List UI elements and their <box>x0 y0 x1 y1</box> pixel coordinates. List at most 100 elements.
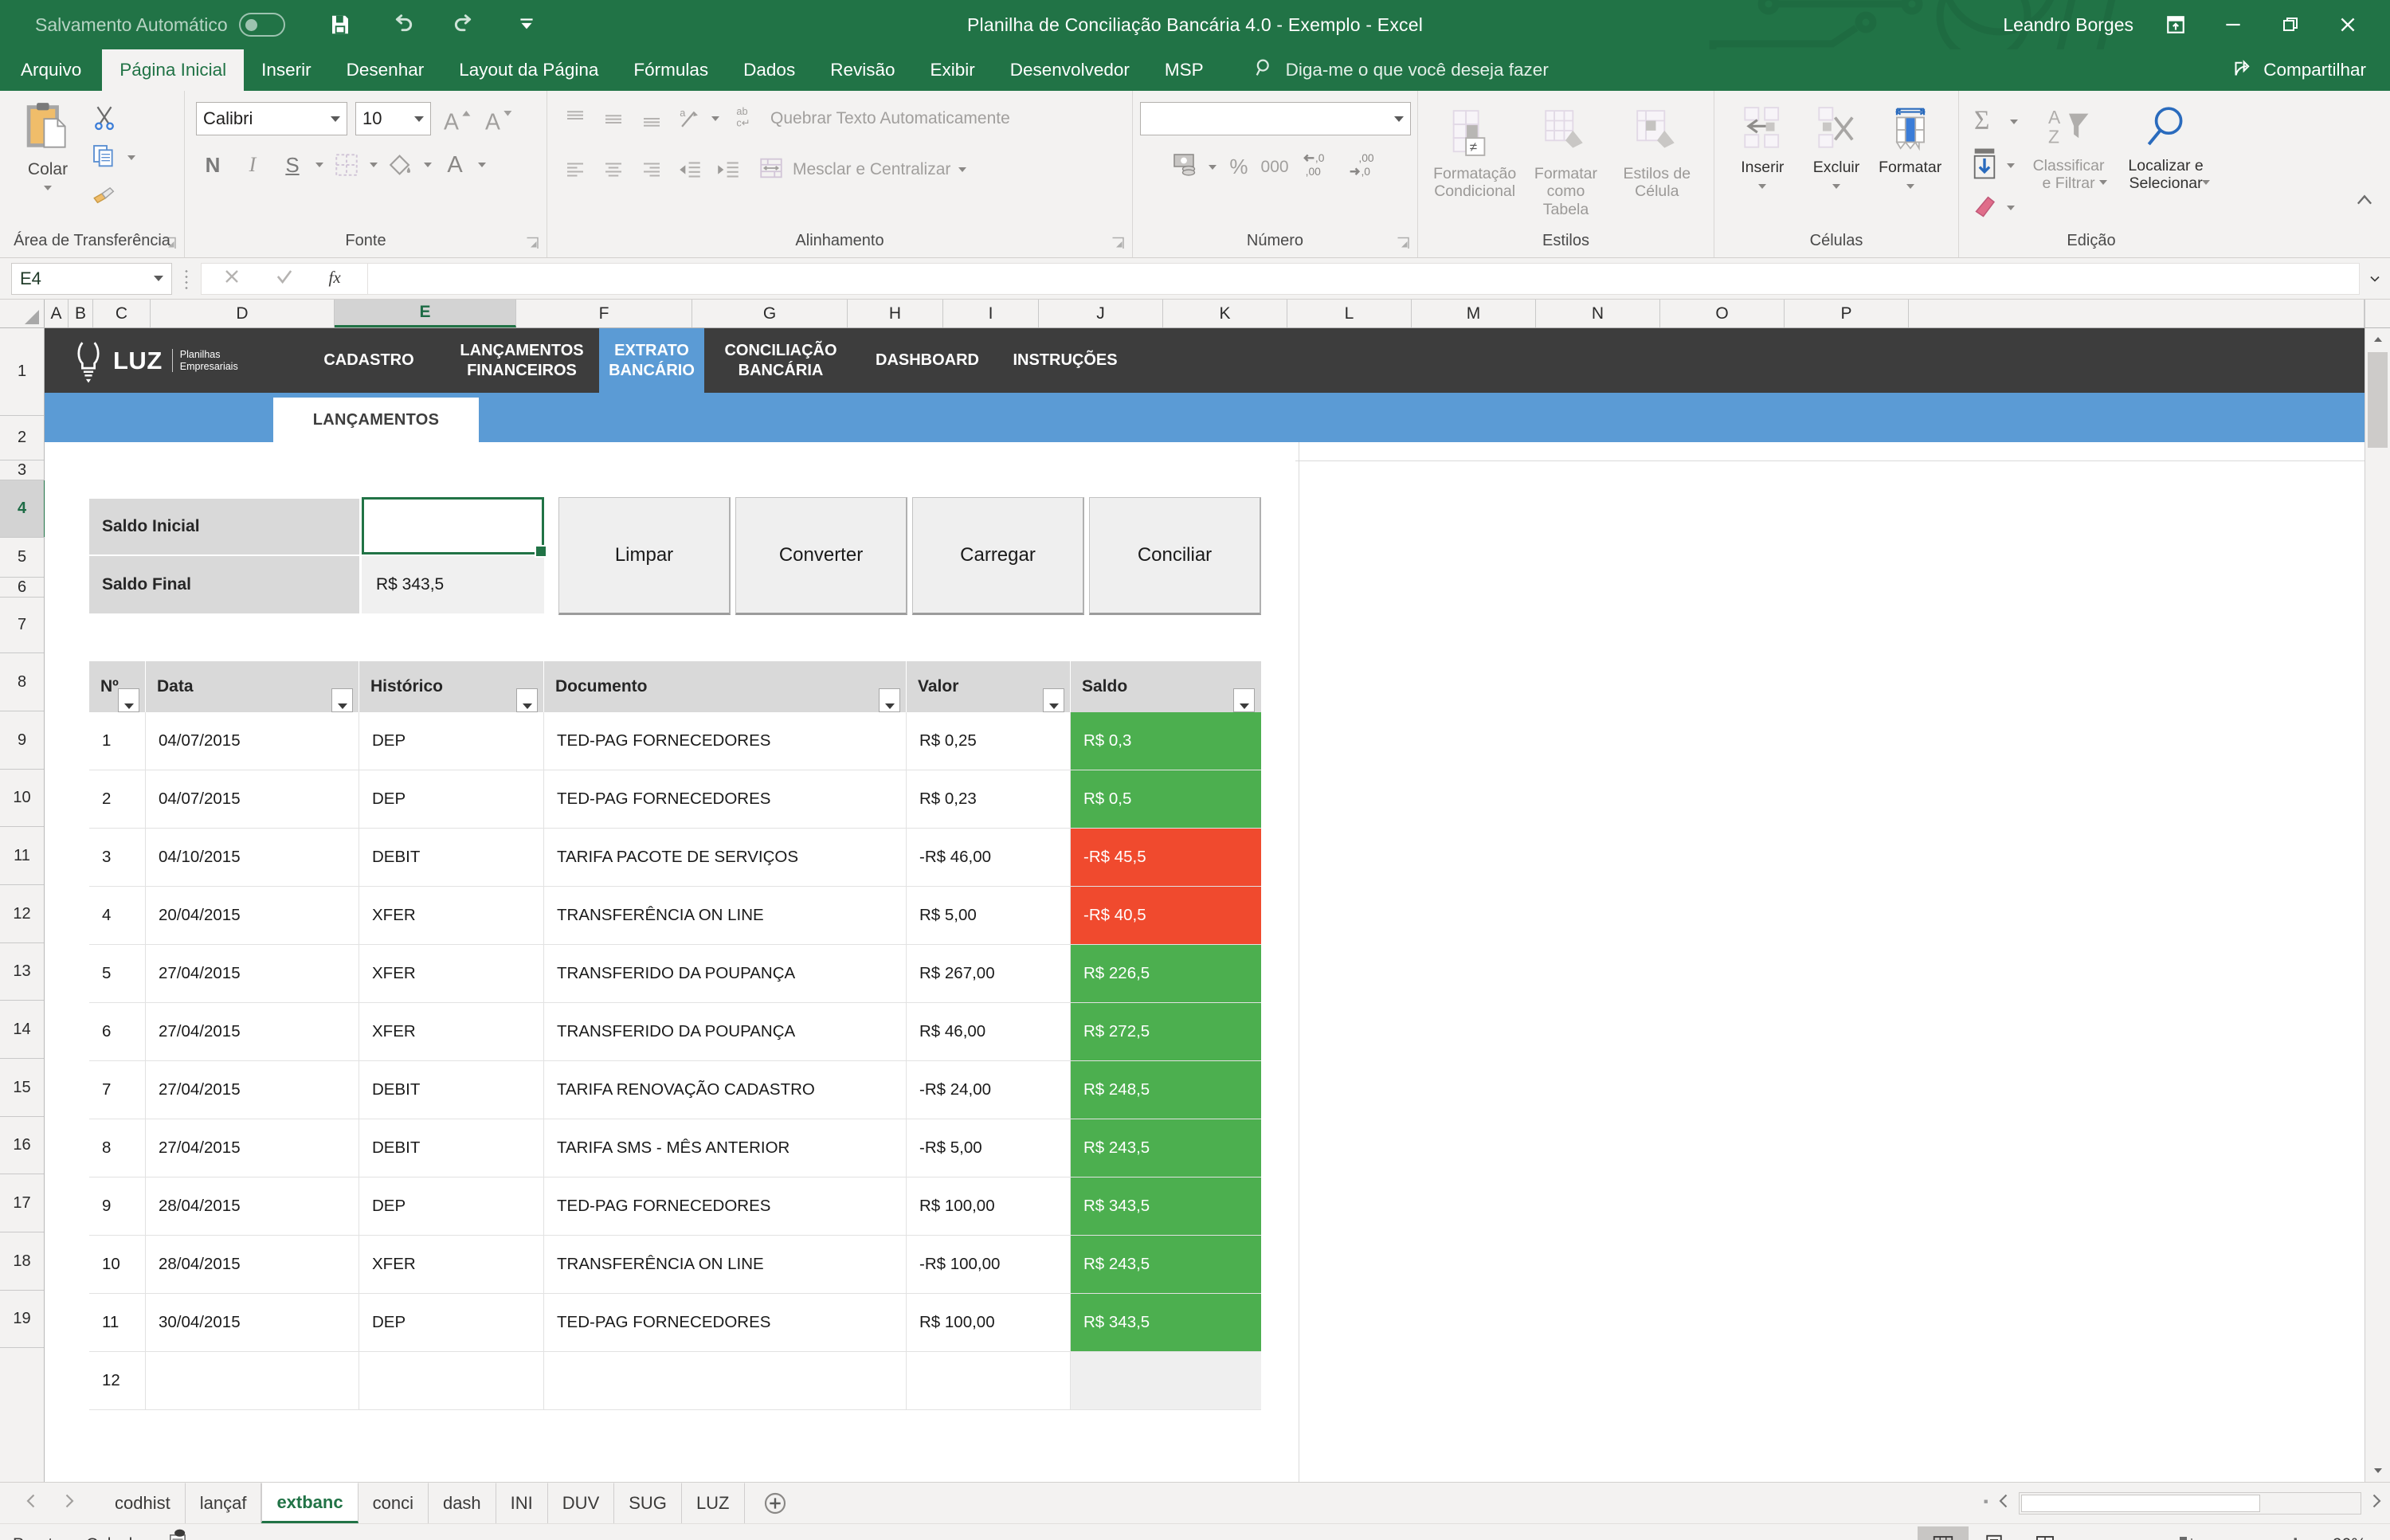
cell-documento[interactable]: TARIFA PACOTE DE SERVIÇOS <box>544 829 907 887</box>
delete-cells-button[interactable]: Excluir <box>1800 105 1874 190</box>
orientation-icon[interactable]: a <box>673 102 707 135</box>
borders-icon[interactable] <box>330 148 363 182</box>
horizontal-scrollbar[interactable] <box>2019 1491 2361 1515</box>
conditional-formatting-button[interactable]: ≠ Formatação Condicional <box>1430 105 1519 201</box>
column-header-A[interactable]: A <box>45 300 69 327</box>
filter-dropdown-numero[interactable] <box>118 688 139 712</box>
cell-historico[interactable]: DEP <box>359 1294 544 1352</box>
autosum-button[interactable]: Σ <box>1970 104 2018 139</box>
font-size-chevron-down-icon[interactable] <box>414 116 424 122</box>
cell-numero[interactable]: 11 <box>89 1294 146 1352</box>
cell-valor[interactable]: -R$ 5,00 <box>907 1119 1071 1178</box>
ribbon-tab-layout-da-pagina[interactable]: Layout da Página <box>441 49 616 91</box>
cell-historico[interactable]: DEP <box>359 712 544 770</box>
row-header-14[interactable]: 14 <box>0 1001 44 1059</box>
find-select-chevron-down-icon[interactable] <box>2201 179 2210 185</box>
align-middle-icon[interactable] <box>597 102 630 135</box>
cell-numero[interactable]: 6 <box>89 1003 146 1061</box>
sheet-tab-bar[interactable]: codhist lançaf extbanc conci dash INI DU… <box>0 1482 2390 1523</box>
ribbon-tab-arquivo[interactable]: Arquivo <box>0 49 102 91</box>
column-header-K[interactable]: K <box>1163 300 1287 327</box>
column-header-I[interactable]: I <box>943 300 1039 327</box>
vertical-scrollbar-top[interactable] <box>2365 300 2390 327</box>
ribbon-tab-formulas[interactable]: Fórmulas <box>616 49 726 91</box>
format-as-table-button[interactable]: Formatar como Tabela <box>1521 105 1610 218</box>
underline-button[interactable]: S <box>276 148 309 182</box>
cell-historico[interactable]: DEBIT <box>359 1119 544 1178</box>
font-family-chevron-down-icon[interactable] <box>331 116 340 122</box>
vertical-scrollbar[interactable] <box>2365 328 2390 1482</box>
font-dialog-launcher-icon[interactable] <box>526 237 540 251</box>
align-right-icon[interactable] <box>635 153 668 186</box>
nav-item-dashboard[interactable]: DASHBOARD <box>857 328 997 393</box>
increase-font-size-icon[interactable]: A <box>439 102 472 135</box>
sheet-canvas[interactable]: LUZ Planilhas Empresariais CADASTRO LANÇ… <box>45 328 2390 1482</box>
nav-item-extrato-bancario[interactable]: EXTRATO BANCÁRIO <box>599 328 704 393</box>
row-header-6[interactable]: 6 <box>0 578 44 598</box>
carregar-button[interactable]: Carregar <box>912 497 1084 615</box>
font-size-combobox[interactable]: 10 <box>355 102 431 135</box>
autosave-toggle[interactable] <box>238 13 285 37</box>
column-header-P[interactable]: P <box>1785 300 1909 327</box>
column-header-E[interactable]: E <box>335 300 516 327</box>
italic-button[interactable]: I <box>236 148 269 182</box>
enter-icon[interactable] <box>273 265 296 292</box>
name-box-chevron-down-icon[interactable] <box>154 276 163 281</box>
cell-saldo[interactable]: R$ 343,5 <box>1071 1178 1261 1236</box>
cell-documento[interactable]: TED-PAG FORNECEDORES <box>544 1178 907 1236</box>
row-headers[interactable]: 1 2 3 4 5 6 7 8 9 10 11 12 13 14 15 16 1… <box>0 328 46 1482</box>
find-select-button[interactable]: Localizar e Selecionar <box>2119 104 2212 192</box>
sort-filter-button[interactable]: AZ Classificar e Filtrar <box>2026 104 2111 192</box>
autosave-control[interactable]: Salvamento Automático <box>35 13 285 37</box>
cell-documento[interactable] <box>544 1352 907 1410</box>
bold-button[interactable]: N <box>196 148 229 182</box>
ribbon-tab-msp[interactable]: MSP <box>1147 49 1221 91</box>
fill-color-icon[interactable] <box>384 148 417 182</box>
cell-styles-button[interactable]: Estilos de Célula <box>1612 105 1702 201</box>
cell-numero[interactable]: 8 <box>89 1119 146 1178</box>
ribbon-tab-exibir[interactable]: Exibir <box>913 49 993 91</box>
column-headers[interactable]: A B C D E F G H I J K L M N O P <box>0 300 2390 328</box>
sheet-tab-extbanc[interactable]: extbanc <box>261 1483 358 1523</box>
cell-valor[interactable]: -R$ 24,00 <box>907 1061 1071 1119</box>
cell-numero[interactable]: 5 <box>89 945 146 1003</box>
add-sheet-button[interactable] <box>745 1483 805 1523</box>
conciliar-button[interactable]: Conciliar <box>1089 497 1261 615</box>
undo-icon[interactable] <box>389 11 416 38</box>
fill-color-chevron-down-icon[interactable] <box>424 163 432 167</box>
cell-data[interactable]: 27/04/2015 <box>146 945 359 1003</box>
formula-bar-grip[interactable] <box>185 268 188 289</box>
cell-valor[interactable] <box>907 1352 1071 1410</box>
clear-chevron-down-icon[interactable] <box>2007 205 2015 210</box>
hscroll-left-icon[interactable] <box>1996 1493 2012 1513</box>
align-center-icon[interactable] <box>597 153 630 186</box>
insert-function-icon[interactable]: fx <box>326 265 348 292</box>
row-header-4[interactable]: 4 <box>0 480 46 538</box>
cell-saldo[interactable]: R$ 0,5 <box>1071 770 1261 829</box>
cell-saldo[interactable]: R$ 343,5 <box>1071 1294 1261 1352</box>
merge-center-button[interactable]: Mesclar e Centralizar <box>758 155 967 186</box>
converter-button[interactable]: Converter <box>735 497 907 615</box>
orientation-chevron-down-icon[interactable] <box>711 116 719 121</box>
fill-button[interactable] <box>1970 147 2018 183</box>
paste-chevron-down-icon[interactable] <box>44 186 52 190</box>
ribbon-tab-pagina-inicial[interactable]: Página Inicial <box>102 49 245 91</box>
alignment-dialog-launcher-icon[interactable] <box>1111 237 1126 251</box>
row-header-18[interactable]: 18 <box>0 1232 44 1291</box>
number-format-combobox[interactable] <box>1139 102 1411 135</box>
copy-chevron-down-icon[interactable] <box>127 155 135 160</box>
cell-historico[interactable]: DEP <box>359 770 544 829</box>
zoom-in-button[interactable]: + <box>2288 1531 2302 1540</box>
column-header-G[interactable]: G <box>692 300 848 327</box>
row-header-2[interactable]: 2 <box>0 416 44 460</box>
ribbon-tab-desenhar[interactable]: Desenhar <box>329 49 442 91</box>
borders-chevron-down-icon[interactable] <box>370 163 378 167</box>
formula-input[interactable] <box>368 262 2360 295</box>
cell-valor[interactable]: R$ 0,25 <box>907 712 1071 770</box>
cell-documento[interactable]: TED-PAG FORNECEDORES <box>544 770 907 829</box>
sheet-tab-duv[interactable]: DUV <box>548 1483 615 1523</box>
cell-data[interactable]: 28/04/2015 <box>146 1178 359 1236</box>
insert-cells-button[interactable]: Inserir <box>1726 105 1800 190</box>
cell-data[interactable]: 20/04/2015 <box>146 887 359 945</box>
sheet-tab-sug[interactable]: SUG <box>614 1483 682 1523</box>
